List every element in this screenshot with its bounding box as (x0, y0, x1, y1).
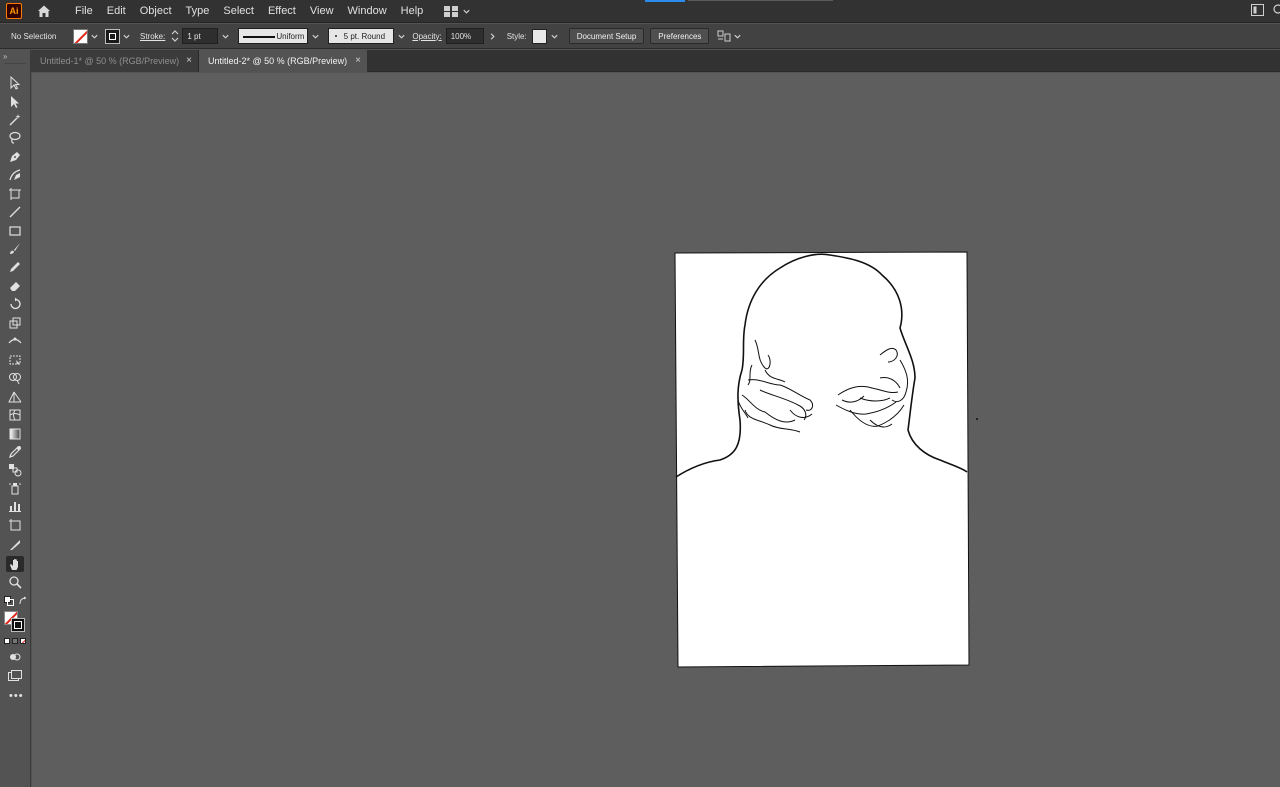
magic-wand-tool-icon[interactable] (6, 112, 24, 128)
arrange-documents-icon[interactable] (1251, 4, 1264, 16)
color-mode-buttons (4, 638, 26, 644)
workspace-layout-icon (444, 5, 459, 17)
menu-bar: Ai File Edit Object Type Select Effect V… (0, 0, 1280, 23)
stroke-weight-stepper-icon[interactable] (171, 29, 179, 43)
canvas-area[interactable] (32, 73, 1280, 787)
variable-width-profile-select[interactable]: Uniform (238, 28, 309, 44)
gradient-tool-icon[interactable] (6, 426, 24, 442)
stroke-weight-chevron-icon[interactable] (221, 32, 230, 41)
pen-tool-icon[interactable] (6, 149, 24, 165)
width-tool-icon[interactable] (6, 333, 24, 349)
artboard-drawing[interactable] (32, 73, 1280, 787)
opacity-chevron-right-icon[interactable] (488, 32, 497, 41)
window-controls (1251, 4, 1280, 16)
menu-object[interactable]: Object (133, 5, 179, 17)
column-graph-tool-icon[interactable] (6, 498, 24, 514)
pencil-tool-icon[interactable] (6, 259, 24, 275)
tools-panel: ›› ••• (0, 50, 31, 787)
zoom-tool-icon[interactable] (6, 574, 24, 590)
gradient-mode-button[interactable] (12, 638, 18, 644)
fill-dropdown-chevron-icon[interactable] (90, 32, 99, 41)
swap-fill-stroke-icon[interactable] (18, 596, 28, 606)
selection-tool-icon[interactable] (6, 75, 24, 91)
default-fill-stroke-icon[interactable] (4, 596, 14, 606)
selection-state-label: No Selection (11, 31, 57, 41)
opacity-link[interactable]: Opacity: (412, 32, 441, 41)
opacity-input[interactable]: 100% (445, 28, 484, 44)
slice-tool-icon[interactable] (6, 517, 24, 533)
stray-anchor-point[interactable] (976, 418, 978, 420)
search-icon[interactable] (1272, 4, 1280, 16)
shape-builder-tool-icon[interactable] (6, 370, 24, 386)
align-chevron-icon[interactable] (733, 32, 742, 41)
menu-file[interactable]: File (68, 5, 100, 17)
direct-selection-tool-icon[interactable] (6, 94, 24, 110)
toolbar-divider (4, 63, 26, 64)
knife-tool-icon[interactable] (6, 537, 24, 553)
close-icon[interactable]: × (355, 55, 361, 66)
workspace-switcher[interactable] (444, 5, 471, 17)
tab-label: Untitled-2* @ 50 % (RGB/Preview) (208, 56, 348, 66)
variable-width-profile-label: Uniform (276, 31, 305, 41)
eyedropper-tool-icon[interactable] (6, 444, 24, 460)
fill-swatch[interactable] (73, 28, 88, 44)
preferences-button[interactable]: Preferences (650, 28, 710, 44)
scale-tool-icon[interactable] (6, 315, 24, 331)
blend-tool-icon[interactable] (6, 462, 24, 478)
rectangle-tool-icon[interactable] (6, 223, 24, 239)
title-accent-line (688, 0, 833, 1)
profile-line-preview (243, 36, 276, 38)
tab-label: Untitled-1* @ 50 % (RGB/Preview) (40, 56, 180, 66)
document-tab-bar: Untitled-1* @ 50 % (RGB/Preview) × Untit… (0, 50, 1280, 72)
chevron-down-icon (463, 9, 470, 14)
color-mode-button[interactable] (4, 638, 10, 644)
menu-effect[interactable]: Effect (261, 5, 303, 17)
eraser-tool-icon[interactable] (6, 278, 24, 294)
align-options-icon[interactable] (717, 29, 731, 43)
tab-untitled-1[interactable]: Untitled-1* @ 50 % (RGB/Preview) × (31, 50, 199, 72)
lasso-tool-icon[interactable] (6, 130, 24, 146)
document-setup-button[interactable]: Document Setup (568, 28, 645, 44)
stroke-swatch[interactable] (105, 28, 120, 44)
none-mode-button[interactable] (20, 638, 26, 644)
brush-definition-label: 5 pt. Round (343, 31, 386, 41)
drawing-modes-icon[interactable] (9, 652, 21, 662)
home-icon[interactable] (36, 3, 52, 19)
menu-help[interactable]: Help (394, 5, 431, 17)
stroke-dropdown-chevron-icon[interactable] (122, 32, 131, 41)
line-segment-tool-icon[interactable] (6, 204, 24, 220)
paintbrush-tool-icon[interactable] (6, 241, 24, 257)
graphic-style-swatch[interactable] (531, 28, 547, 44)
menu-type[interactable]: Type (179, 5, 217, 17)
menu-window[interactable]: Window (341, 5, 394, 17)
stroke-weight-input[interactable]: 1 pt (182, 28, 219, 44)
profile-chevron-icon[interactable] (311, 32, 320, 41)
perspective-grid-tool-icon[interactable] (6, 389, 24, 405)
brush-definition-select[interactable]: 5 pt. Round (328, 28, 395, 44)
menu-list: File Edit Object Type Select Effect View… (68, 5, 430, 17)
close-icon[interactable]: × (186, 55, 192, 66)
style-label: Style: (506, 31, 527, 41)
mesh-tool-icon[interactable] (6, 407, 24, 423)
brush-chevron-icon[interactable] (397, 32, 406, 41)
stroke-color-swatch[interactable] (11, 618, 25, 632)
control-bar: No Selection Stroke: 1 pt Uniform 5 pt. … (0, 24, 1280, 49)
title-accent-bar (645, 0, 685, 2)
tab-untitled-2[interactable]: Untitled-2* @ 50 % (RGB/Preview) × (199, 50, 367, 72)
menu-select[interactable]: Select (216, 5, 261, 17)
curvature-tool-icon[interactable] (6, 167, 24, 183)
rotate-tool-icon[interactable] (6, 296, 24, 312)
symbol-sprayer-tool-icon[interactable] (6, 480, 24, 496)
stroke-panel-link[interactable]: Stroke: (140, 32, 165, 41)
menu-edit[interactable]: Edit (100, 5, 133, 17)
app-logo[interactable]: Ai (6, 3, 22, 19)
panel-collapse-icon[interactable]: ›› (3, 52, 7, 61)
screen-mode-icon[interactable] (8, 670, 22, 681)
artboard-tool-icon[interactable] (6, 186, 24, 202)
edit-toolbar-more-icon[interactable]: ••• (9, 690, 24, 702)
hand-tool-icon[interactable] (6, 556, 24, 572)
style-chevron-icon[interactable] (550, 32, 559, 41)
free-transform-tool-icon[interactable] (6, 352, 24, 368)
menu-view[interactable]: View (303, 5, 341, 17)
